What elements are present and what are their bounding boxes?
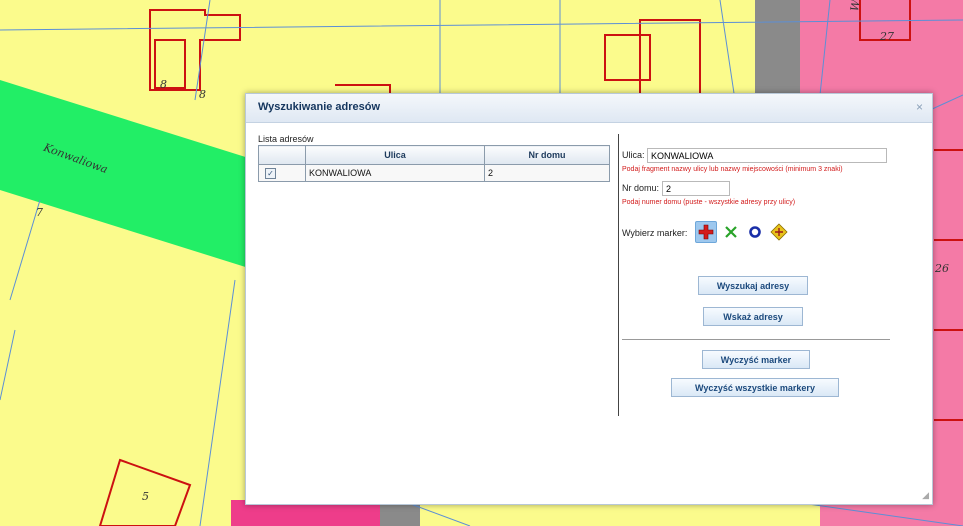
diamond-marker-icon[interactable] <box>768 221 790 243</box>
table-header-row: Ulica Nr domu <box>258 145 610 165</box>
cross-marker-icon[interactable] <box>720 221 742 243</box>
street-field-row: Ulica: <box>622 146 922 164</box>
search-form-pane: Ulica: Podaj fragment nazwy ulicy lub na… <box>622 146 922 245</box>
address-search-dialog: Wyszukiwanie adresów × Lista adresów Uli… <box>245 93 933 505</box>
address-table: Ulica Nr domu ✓ KONWALIOWA 2 <box>258 145 610 182</box>
marker-label: Wybierz marker: <box>622 228 688 238</box>
address-list-pane: Lista adresów Ulica Nr domu ✓ KONWALIOWA… <box>258 134 614 182</box>
search-addresses-button[interactable]: Wyszukaj adresy <box>698 276 808 295</box>
table-row[interactable]: ✓ KONWALIOWA 2 <box>258 164 610 182</box>
clear-all-markers-button[interactable]: Wyczyść wszystkie markery <box>671 378 839 397</box>
map-label-house-number: 7 <box>36 206 43 219</box>
section-divider <box>622 339 890 340</box>
map-label-house-number: 26 <box>935 262 949 275</box>
number-input[interactable] <box>662 181 730 196</box>
map-label-house-number: 27 <box>880 30 894 43</box>
plus-marker-icon[interactable] <box>695 221 717 243</box>
dialog-title: Wyszukiwanie adresów <box>258 101 381 113</box>
clear-marker-button[interactable]: Wyczyść marker <box>702 350 810 369</box>
row-number-cell: 2 <box>484 164 610 182</box>
close-icon[interactable]: × <box>916 100 923 114</box>
street-input[interactable] <box>647 148 887 163</box>
column-header-select <box>258 145 306 165</box>
resize-grip-icon[interactable]: ◢ <box>922 490 929 501</box>
pane-divider <box>618 134 619 416</box>
dialog-titlebar[interactable]: Wyszukiwanie adresów × <box>246 94 932 123</box>
column-header-street[interactable]: Ulica <box>305 145 485 165</box>
column-header-number[interactable]: Nr domu <box>484 145 610 165</box>
number-label: Nr domu: <box>622 183 660 193</box>
row-checkbox[interactable]: ✓ <box>265 167 276 179</box>
number-hint: Podaj numer domu (puste - wszystkie adre… <box>622 199 796 206</box>
row-checkbox-cell[interactable]: ✓ <box>258 164 306 182</box>
number-field-row: Nr domu: <box>622 179 922 197</box>
street-label: Ulica: <box>622 150 645 160</box>
map-label-house-number: 8 <box>199 88 206 101</box>
show-addresses-button[interactable]: Wskaż adresy <box>703 307 803 326</box>
circle-marker-icon[interactable] <box>744 221 766 243</box>
map-road-gray <box>755 0 800 100</box>
map-label-house-number: 5 <box>142 490 149 503</box>
map-label-house-number: 8 <box>160 78 167 91</box>
marker-picker: Wybierz marker: <box>622 219 922 245</box>
address-list-label: Lista adresów <box>258 134 314 144</box>
row-street-cell: KONWALIOWA <box>305 164 485 182</box>
street-hint: Podaj fragment nazwy ulicy lub nazwy mie… <box>622 166 843 173</box>
